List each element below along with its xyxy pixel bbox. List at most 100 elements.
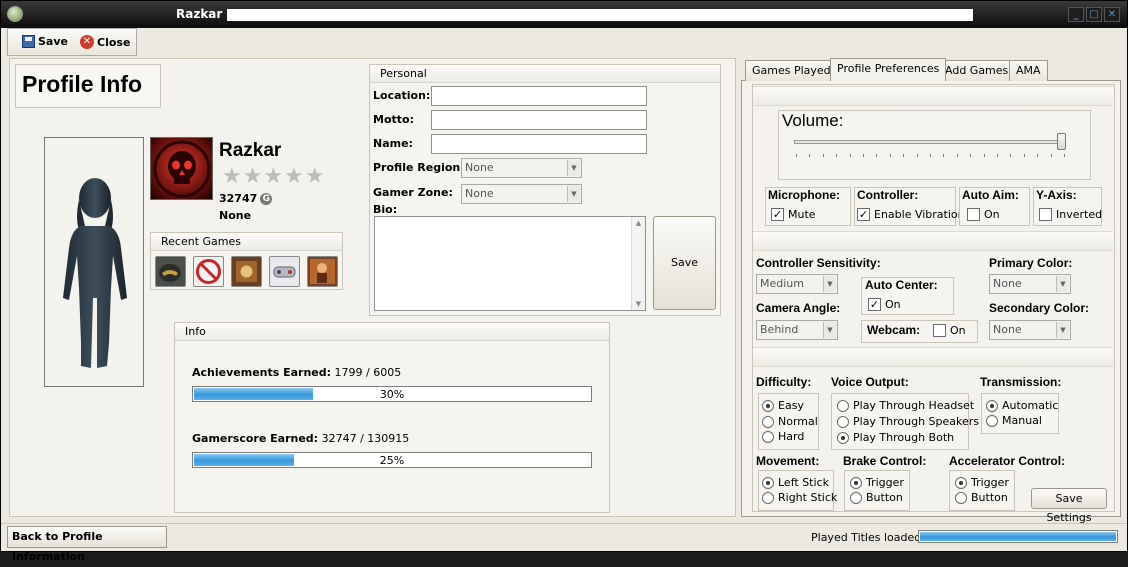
webcam-checkbox[interactable]: On xyxy=(933,324,966,337)
achievements-label: Achievements Earned: xyxy=(192,366,332,379)
close-button[interactable]: ✕ Close xyxy=(80,35,130,49)
chevron-down-icon: ▼ xyxy=(567,160,580,176)
primary-color-value: None xyxy=(993,277,1022,290)
motto-field[interactable] xyxy=(431,110,647,130)
volume-tick xyxy=(849,154,851,157)
game-halo-icon[interactable] xyxy=(155,256,186,287)
vibration-label: Enable Vibration xyxy=(874,208,965,221)
camera-angle-label: Camera Angle: xyxy=(756,301,841,315)
volume-tick xyxy=(1023,154,1025,157)
sensitivity-label: Controller Sensitivity: xyxy=(756,256,881,270)
transmission-manual-radio[interactable]: Manual xyxy=(986,414,1042,427)
volume-tick xyxy=(876,154,878,157)
voice-headset-radio[interactable]: Play Through Headset xyxy=(837,399,974,412)
mute-checkbox[interactable]: ✓ Mute xyxy=(771,208,816,221)
radio-dot xyxy=(986,399,998,412)
accel-button-radio[interactable]: Button xyxy=(955,491,1008,504)
camera-angle-value: Behind xyxy=(760,323,799,336)
profile-motto: None xyxy=(219,209,252,222)
motto-label: Motto: xyxy=(373,113,414,126)
game-fable-icon[interactable] xyxy=(231,256,262,287)
checkmark-icon: ✓ xyxy=(857,208,870,221)
auto-aim-checkbox[interactable]: On xyxy=(967,208,1000,221)
avatar xyxy=(44,137,144,387)
region-dropdown[interactable]: None ▼ xyxy=(461,158,582,178)
transmission-manual-label: Manual xyxy=(1002,414,1042,427)
accel-trigger-radio[interactable]: Trigger xyxy=(955,476,1009,489)
chevron-down-icon: ▼ xyxy=(823,276,836,292)
voice-speakers-radio[interactable]: Play Through Speakers xyxy=(837,415,979,428)
transmission-label: Transmission: xyxy=(980,375,1062,389)
window-title: Razkar - xyxy=(176,7,232,21)
tab-games-played[interactable]: Games Played xyxy=(745,60,838,81)
volume-tick xyxy=(903,154,905,157)
volume-tick xyxy=(983,154,985,157)
close-window-icon[interactable]: ✕ xyxy=(1104,7,1120,22)
inverted-checkbox[interactable]: Inverted xyxy=(1039,208,1102,221)
location-field[interactable] xyxy=(431,86,647,106)
volume-tick xyxy=(943,154,945,157)
gamerpic-skull-image xyxy=(150,137,213,200)
voice-both-radio[interactable]: Play Through Both xyxy=(837,431,954,444)
radio-dot xyxy=(837,399,849,412)
personal-save-button[interactable]: Save xyxy=(653,216,716,310)
save-button-label: Save xyxy=(38,35,68,48)
game-fighter-icon[interactable] xyxy=(307,256,338,287)
brake-button-radio[interactable]: Button xyxy=(850,491,903,504)
maximize-icon[interactable]: □ xyxy=(1086,7,1102,22)
volume-track xyxy=(794,140,1066,144)
back-to-profile-button[interactable]: Back to Profile Information xyxy=(7,526,167,563)
game-borderlands-icon[interactable] xyxy=(193,256,224,287)
volume-tick xyxy=(863,154,864,157)
difficulty-hard-radio[interactable]: Hard xyxy=(762,430,804,443)
camera-angle-dropdown[interactable]: Behind ▼ xyxy=(756,320,838,340)
tab-add-games[interactable]: Add Games xyxy=(938,60,1016,81)
movement-right-stick-radio[interactable]: Right Stick xyxy=(762,491,837,504)
vibration-checkbox[interactable]: ✓ Enable Vibration xyxy=(857,208,965,221)
difficulty-easy-radio[interactable]: Easy xyxy=(762,399,804,412)
volume-slider-thumb[interactable] xyxy=(1057,133,1067,150)
volume-tick xyxy=(970,154,972,157)
difficulty-hard-label: Hard xyxy=(778,430,805,443)
tab-ama[interactable]: AMA xyxy=(1009,60,1048,81)
secondary-color-dropdown[interactable]: None ▼ xyxy=(989,320,1071,340)
checkmark-icon: ✓ xyxy=(868,298,881,311)
name-field[interactable] xyxy=(431,134,647,154)
transmission-automatic-radio[interactable]: Automatic xyxy=(986,399,1058,412)
volume-tick xyxy=(796,154,797,157)
gamerscore-row: Gamerscore Earned: 32747 / 130915 xyxy=(192,432,409,445)
primary-color-dropdown[interactable]: None ▼ xyxy=(989,274,1071,294)
region-label: Profile Region: xyxy=(373,161,465,174)
close-button-label: Close xyxy=(97,35,131,49)
difficulty-easy-label: Easy xyxy=(778,399,804,412)
brake-trigger-radio[interactable]: Trigger xyxy=(850,476,904,489)
volume-tick xyxy=(916,154,918,157)
auto-center-label: Auto Center: xyxy=(865,278,938,292)
checkbox-box xyxy=(1039,208,1052,221)
y-axis-label: Y-Axis: xyxy=(1036,188,1077,202)
bio-field[interactable]: ▲ ▼ xyxy=(374,216,646,311)
gamerscore-progress: 25% xyxy=(192,452,592,468)
difficulty-normal-radio[interactable]: Normal xyxy=(762,415,818,428)
auto-center-checkbox[interactable]: ✓ On xyxy=(868,298,901,311)
info-label: Info xyxy=(175,323,609,341)
accel-trigger-label: Trigger xyxy=(971,476,1009,489)
volume-tick xyxy=(997,154,998,157)
tab-profile-preferences[interactable]: Profile Preferences xyxy=(830,58,947,81)
radio-dot xyxy=(850,491,862,504)
secondary-color-label: Secondary Color: xyxy=(989,301,1090,315)
zone-dropdown[interactable]: None ▼ xyxy=(461,184,582,204)
bio-label: Bio: xyxy=(373,203,398,216)
volume-label: Volume: xyxy=(782,111,844,130)
minimize-icon[interactable]: _ xyxy=(1068,7,1084,22)
volume-tick xyxy=(930,154,931,157)
inverted-label: Inverted xyxy=(1056,208,1103,221)
movement-left-stick-radio[interactable]: Left Stick xyxy=(762,476,829,489)
save-button[interactable]: Save xyxy=(22,35,68,48)
save-settings-button[interactable]: Save Settings xyxy=(1031,488,1107,524)
info-group: Info xyxy=(174,322,610,513)
sensitivity-dropdown[interactable]: Medium ▼ xyxy=(756,274,838,294)
bio-scrollbar[interactable]: ▲ ▼ xyxy=(631,217,645,310)
difficulty-normal-label: Normal xyxy=(778,415,818,428)
game-controller-icon[interactable] xyxy=(269,256,300,287)
